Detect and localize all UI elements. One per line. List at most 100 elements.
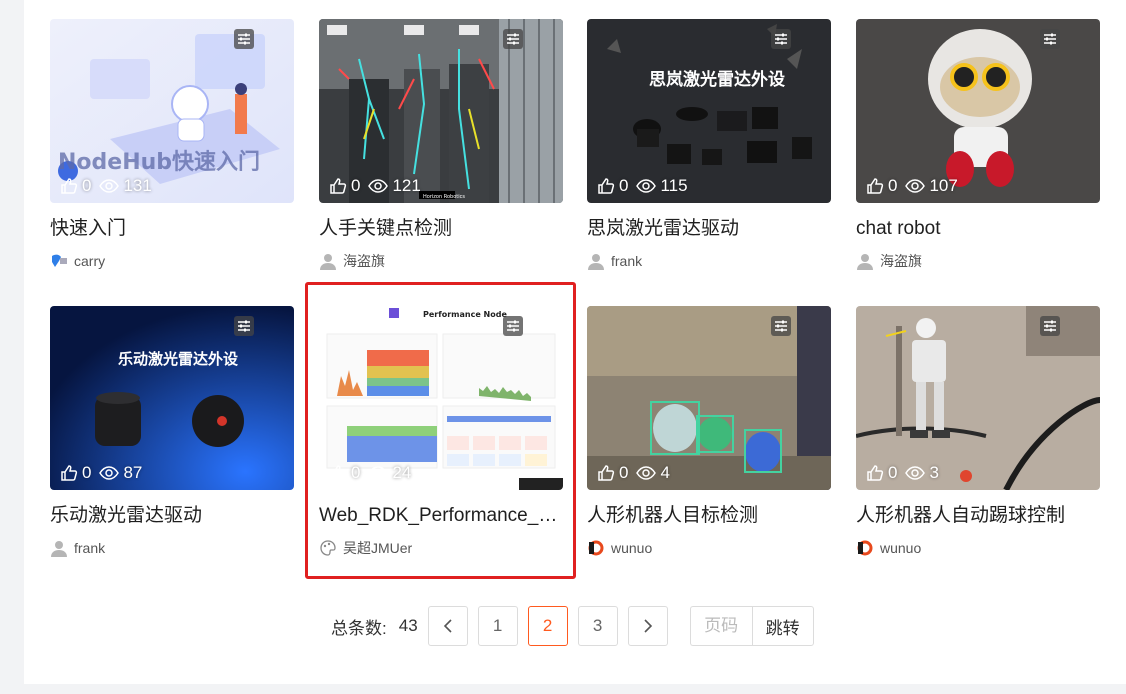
- thumb-overlay-text: 思岚激光雷达外设: [649, 69, 785, 90]
- avatar: [319, 252, 337, 270]
- like-icon[interactable]: [866, 177, 884, 195]
- thumb-overlay-text: NodeHub快速入门: [58, 149, 260, 175]
- settings-icon[interactable]: [771, 29, 791, 49]
- card-thumbnail[interactable]: 乐动激光雷达外设 0 87: [50, 306, 294, 490]
- view-count: 3: [929, 463, 939, 482]
- author-name: 吴超JMUer: [343, 540, 413, 556]
- settings-icon[interactable]: [771, 316, 791, 336]
- jump-button[interactable]: 跳转: [751, 606, 814, 646]
- settings-icon[interactable]: [1040, 316, 1060, 336]
- like-icon[interactable]: [60, 177, 78, 195]
- card-title[interactable]: 思岚激光雷达驱动: [587, 217, 831, 241]
- card-stats: 0 115: [597, 175, 696, 197]
- thumb-overlay-text: Performance Node: [423, 310, 507, 319]
- settings-icon[interactable]: [234, 29, 254, 49]
- view-count: 107: [929, 176, 958, 195]
- card-title[interactable]: chat robot: [856, 217, 1100, 241]
- like-count: 0: [888, 463, 898, 482]
- card-author[interactable]: carry: [50, 251, 105, 271]
- prev-page-button[interactable]: [427, 606, 468, 646]
- card-thumbnail[interactable]: Horizon Robotics 0 121: [319, 19, 563, 203]
- avatar: [587, 252, 605, 270]
- card-title[interactable]: 人形机器人目标检测: [587, 504, 831, 528]
- eye-icon: [905, 177, 926, 195]
- avatar: [856, 539, 874, 557]
- settings-icon[interactable]: [1040, 29, 1060, 49]
- author-name: 海盗旗: [343, 253, 385, 269]
- card-author[interactable]: 海盗旗: [856, 251, 922, 271]
- like-icon[interactable]: [597, 177, 615, 195]
- card-thumbnail[interactable]: 0 3: [856, 306, 1100, 490]
- view-count: 121: [392, 176, 421, 195]
- card-title[interactable]: 人形机器人自动踢球控制: [856, 504, 1100, 528]
- avatar: [50, 539, 68, 557]
- card-title[interactable]: Web_RDK_Performance_Node: [319, 504, 563, 528]
- eye-icon: [905, 464, 926, 482]
- view-count: 4: [660, 463, 670, 482]
- card-author[interactable]: wunuo: [856, 538, 921, 558]
- card-title[interactable]: 乐动激光雷达驱动: [50, 504, 294, 528]
- page-jump: 跳转: [689, 606, 814, 646]
- settings-icon[interactable]: [503, 316, 523, 336]
- card-title[interactable]: 人手关键点检测: [319, 217, 563, 241]
- eye-icon: [636, 177, 657, 195]
- settings-icon[interactable]: [503, 29, 523, 49]
- view-count: 24: [392, 463, 412, 482]
- card-ldrobot-lidar[interactable]: 乐动激光雷达外设 0 87 乐动激光雷达驱动 frank: [50, 306, 294, 578]
- like-icon[interactable]: [597, 464, 615, 482]
- eye-icon: [99, 464, 120, 482]
- like-count: 0: [82, 463, 92, 482]
- view-count: 87: [123, 463, 143, 482]
- card-web-rdk-performance[interactable]: Performance Node 0 24 Web_RDK_Performanc…: [319, 306, 563, 578]
- avatar: [50, 252, 68, 270]
- card-humanoid-kick[interactable]: 0 3 人形机器人自动踢球控制 wunuo: [856, 306, 1100, 578]
- card-author[interactable]: wunuo: [587, 538, 652, 558]
- like-count: 0: [82, 176, 92, 195]
- chevron-left-icon: [443, 619, 452, 633]
- card-author[interactable]: frank: [50, 538, 105, 558]
- settings-icon[interactable]: [234, 316, 254, 336]
- card-thumbnail[interactable]: NodeHub快速入门 0 131: [50, 19, 294, 203]
- view-count: 131: [123, 176, 152, 195]
- avatar: [587, 539, 605, 557]
- card-hand-keypoints[interactable]: Horizon Robotics 0 121 人手关键点检测 海盗旗: [319, 19, 563, 291]
- like-icon[interactable]: [866, 464, 884, 482]
- author-name: wunuo: [880, 540, 922, 556]
- view-count: 115: [660, 176, 688, 195]
- author-name: wunuo: [611, 540, 653, 556]
- card-stats: 0 87: [60, 462, 150, 484]
- like-count: 0: [619, 463, 629, 482]
- card-quickstart[interactable]: NodeHub快速入门 0 131 快速入门 carry: [50, 19, 294, 291]
- card-author[interactable]: 海盗旗: [319, 251, 385, 271]
- total-count: 43: [398, 616, 418, 635]
- like-icon[interactable]: [60, 464, 78, 482]
- like-count: 0: [619, 176, 629, 195]
- card-thumbnail[interactable]: 0 4: [587, 306, 831, 490]
- card-thumbnail[interactable]: 思岚激光雷达外设 0 115: [587, 19, 831, 203]
- page-button-2[interactable]: 2: [527, 606, 568, 646]
- like-icon[interactable]: [329, 464, 347, 482]
- avatar: [319, 539, 337, 557]
- eye-icon: [636, 464, 657, 482]
- author-name: frank: [611, 253, 643, 269]
- avatar: [856, 252, 874, 270]
- page-button-3[interactable]: 3: [577, 606, 618, 646]
- like-count: 0: [351, 463, 361, 482]
- card-author[interactable]: 吴超JMUer: [319, 538, 412, 558]
- card-slamtec-lidar[interactable]: 思岚激光雷达外设 0 115 思岚激光雷达驱动 frank: [587, 19, 831, 291]
- chevron-right-icon: [644, 619, 652, 633]
- next-page-button[interactable]: [627, 606, 668, 646]
- page-button-1[interactable]: 1: [477, 606, 518, 646]
- card-stats: 0 131: [60, 175, 160, 197]
- like-icon[interactable]: [329, 177, 347, 195]
- card-title[interactable]: 快速入门: [50, 217, 294, 241]
- like-count: 0: [351, 176, 361, 195]
- card-thumbnail[interactable]: 0 107: [856, 19, 1100, 203]
- author-name: carry: [74, 253, 106, 269]
- card-chat-robot[interactable]: 0 107 chat robot 海盗旗: [856, 19, 1100, 291]
- page-number-input[interactable]: [689, 606, 752, 646]
- card-humanoid-detection[interactable]: 0 4 人形机器人目标检测 wunuo: [587, 306, 831, 578]
- card-thumbnail[interactable]: Performance Node 0 24: [319, 306, 563, 490]
- eye-icon: [368, 464, 389, 482]
- card-author[interactable]: frank: [587, 251, 642, 271]
